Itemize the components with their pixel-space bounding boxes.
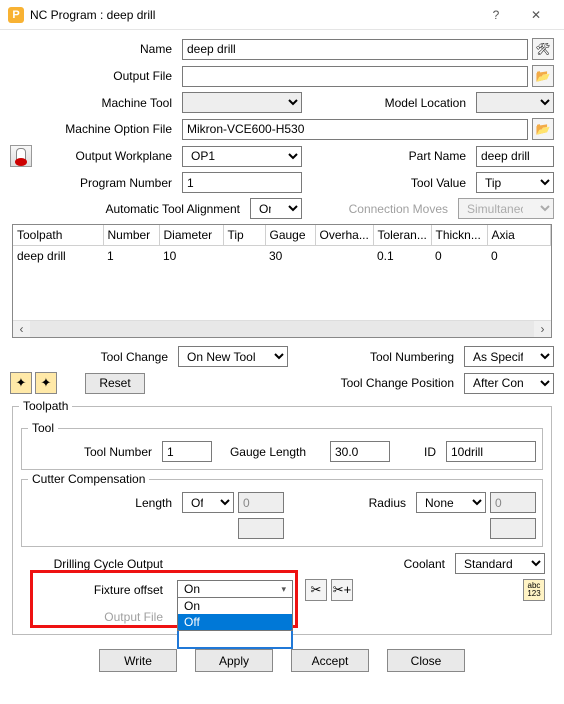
window-title: NC Program : deep drill xyxy=(30,8,476,22)
scroll-right-icon[interactable]: › xyxy=(534,322,551,336)
toolpath-table[interactable]: Toolpath Number Diameter Tip Gauge Overh… xyxy=(12,224,552,338)
connection-moves-label: Connection Moves xyxy=(306,202,454,216)
output-file-input[interactable] xyxy=(182,66,528,87)
radius-value-input xyxy=(490,492,536,513)
col-number[interactable]: Number xyxy=(103,225,159,246)
tool-change-select[interactable]: On New Tool xyxy=(178,346,288,367)
app-icon: P xyxy=(8,7,24,23)
id-label: ID xyxy=(394,445,442,459)
radius-select[interactable]: None xyxy=(416,492,486,513)
length-select[interactable]: Off xyxy=(182,492,234,513)
drilling-cycle-option-off[interactable]: Off xyxy=(178,614,292,630)
program-number-label: Program Number xyxy=(36,176,178,190)
toolbar-icon-2[interactable]: ✦ xyxy=(35,372,57,394)
part-name-label: Part Name xyxy=(306,149,472,163)
chevron-down-icon: ▾ xyxy=(281,584,286,595)
close-dialog-button[interactable]: Close xyxy=(387,649,465,672)
fixture-offset-label: Fixture offset xyxy=(19,583,169,597)
part-name-input[interactable] xyxy=(476,146,554,167)
folder-icon: 📂 xyxy=(536,122,551,136)
machine-tool-label: Machine Tool xyxy=(36,96,178,110)
machine-option-file-label: Machine Option File xyxy=(36,122,178,136)
abc123-icon[interactable]: abc 123 xyxy=(523,579,545,601)
drilling-cycle-selected[interactable]: On ▾ xyxy=(178,581,292,598)
output-file-browse-icon[interactable]: 📂 xyxy=(532,65,554,87)
tool-numbering-label: Tool Numbering xyxy=(292,350,460,364)
col-tip[interactable]: Tip xyxy=(223,225,265,246)
auto-tool-align-select[interactable]: On xyxy=(250,198,302,219)
drilling-cycle-dropdown[interactable]: On ▾ On Off xyxy=(177,580,293,631)
radius-extra-input xyxy=(490,518,536,539)
horizontal-scrollbar[interactable]: ‹ › xyxy=(13,320,551,337)
toolpath-group-label: Toolpath xyxy=(19,399,72,413)
output-workplane-label: Output Workplane xyxy=(36,149,178,163)
folder-icon: 📂 xyxy=(536,69,551,83)
col-gauge[interactable]: Gauge xyxy=(265,225,315,246)
tool-number-input[interactable] xyxy=(162,441,212,462)
auto-tool-align-label: Automatic Tool Alignment xyxy=(36,202,246,216)
tool-value-label: Tool Value xyxy=(306,176,472,190)
radius-label: Radius xyxy=(288,496,412,510)
output-workplane-select[interactable]: OP1 xyxy=(182,146,302,167)
tool-group: Tool Tool Number Gauge Length ID xyxy=(21,421,543,470)
thermometer-icon[interactable] xyxy=(10,145,32,167)
col-thickness[interactable]: Thickn... xyxy=(431,225,487,246)
machine-tool-select[interactable] xyxy=(182,92,302,113)
machine-option-file-browse-icon[interactable]: 📂 xyxy=(532,118,554,140)
program-number-input[interactable] xyxy=(182,172,302,193)
name-label: Name xyxy=(36,42,178,56)
coolant-label: Coolant xyxy=(293,557,451,571)
col-axial[interactable]: Axia xyxy=(487,225,551,246)
coolant-select[interactable]: Standard xyxy=(455,553,545,574)
tool-numbering-select[interactable]: As Specified xyxy=(464,346,554,367)
accept-button[interactable]: Accept xyxy=(291,649,369,672)
fixture-offset-input[interactable] xyxy=(177,628,293,649)
help-button[interactable]: ? xyxy=(476,8,516,22)
fixture-icon-1[interactable]: ✂ xyxy=(305,579,327,601)
name-settings-icon[interactable]: 🛠 xyxy=(532,38,554,60)
table-header-row: Toolpath Number Diameter Tip Gauge Overh… xyxy=(13,225,551,246)
tool-change-position-select[interactable]: After Connecti xyxy=(464,373,554,394)
scroll-left-icon[interactable]: ‹ xyxy=(13,322,30,336)
fixture-icon-2[interactable]: ✂+ xyxy=(331,579,353,601)
col-diameter[interactable]: Diameter xyxy=(159,225,223,246)
gauge-length-input[interactable] xyxy=(330,441,390,462)
close-button[interactable]: ✕ xyxy=(516,8,556,22)
write-button[interactable]: Write xyxy=(99,649,177,672)
tool-number-label: Tool Number xyxy=(28,445,158,459)
length-label: Length xyxy=(28,496,178,510)
wrench-icon: 🛠 xyxy=(535,42,550,56)
length-extra-input xyxy=(238,518,284,539)
name-input[interactable] xyxy=(182,39,528,60)
apply-button[interactable]: Apply xyxy=(195,649,273,672)
col-tolerance[interactable]: Toleran... xyxy=(373,225,431,246)
reset-button[interactable]: Reset xyxy=(85,373,145,394)
tool-change-label: Tool Change xyxy=(10,350,174,364)
gauge-length-label: Gauge Length xyxy=(216,445,326,459)
table-row[interactable]: deep drill 1 10 30 0.1 0 0 xyxy=(13,246,551,267)
model-location-label: Model Location xyxy=(306,96,472,110)
connection-moves-select: Simultaneous xyxy=(458,198,554,219)
cutter-comp-label: Cutter Compensation xyxy=(28,472,149,486)
tool-group-label: Tool xyxy=(28,421,58,435)
length-value-input xyxy=(238,492,284,513)
toolbar-icon-1[interactable]: ✦ xyxy=(10,372,32,394)
tool-change-position-label: Tool Change Position xyxy=(149,376,460,390)
tool-value-select[interactable]: Tip xyxy=(476,172,554,193)
drilling-cycle-label: Drilling Cycle Output xyxy=(19,557,169,571)
title-bar: P NC Program : deep drill ? ✕ xyxy=(0,0,564,30)
model-location-select[interactable] xyxy=(476,92,554,113)
cutter-comp-group: Cutter Compensation Length Off Radius No… xyxy=(21,472,543,547)
machine-option-file-input[interactable] xyxy=(182,119,528,140)
output-file2-label: Output File xyxy=(19,610,169,624)
drilling-cycle-option-on[interactable]: On xyxy=(178,598,292,614)
col-toolpath[interactable]: Toolpath xyxy=(13,225,103,246)
id-input[interactable] xyxy=(446,441,536,462)
col-overhang[interactable]: Overha... xyxy=(315,225,373,246)
output-file-label: Output File xyxy=(36,69,178,83)
